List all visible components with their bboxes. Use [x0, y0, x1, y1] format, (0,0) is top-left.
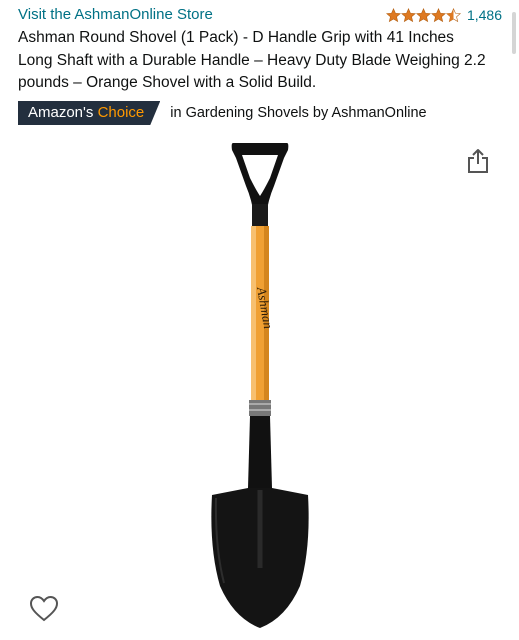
amazons-choice-row[interactable]: Amazon's Choice in Gardening Shovels by …: [18, 101, 427, 125]
star-icon: [400, 7, 416, 22]
visit-store-link[interactable]: Visit the AshmanOnline Store: [18, 6, 213, 24]
badge-highlight: Choice: [97, 104, 145, 121]
scrollbar[interactable]: [512, 12, 516, 54]
star-icon: [385, 7, 401, 22]
badge-category[interactable]: in Gardening Shovels by AshmanOnline: [170, 101, 426, 125]
star-icon: [415, 7, 431, 22]
amazons-choice-badge: Amazon's Choice: [18, 101, 160, 125]
rating-summary[interactable]: 1,486: [385, 6, 502, 24]
badge-prefix: Amazon's: [28, 104, 94, 121]
review-count[interactable]: 1,486: [467, 6, 502, 24]
heart-icon[interactable]: [29, 595, 59, 623]
store-row: Visit the AshmanOnline Store 1,486: [18, 6, 506, 24]
product-title: Ashman Round Shovel (1 Pack) - D Handle …: [18, 29, 486, 91]
star-icon: [430, 7, 446, 22]
star-half-icon: [445, 7, 461, 22]
product-image[interactable]: Ashman: [200, 138, 320, 633]
share-icon[interactable]: [466, 148, 490, 174]
star-rating: [385, 7, 461, 23]
